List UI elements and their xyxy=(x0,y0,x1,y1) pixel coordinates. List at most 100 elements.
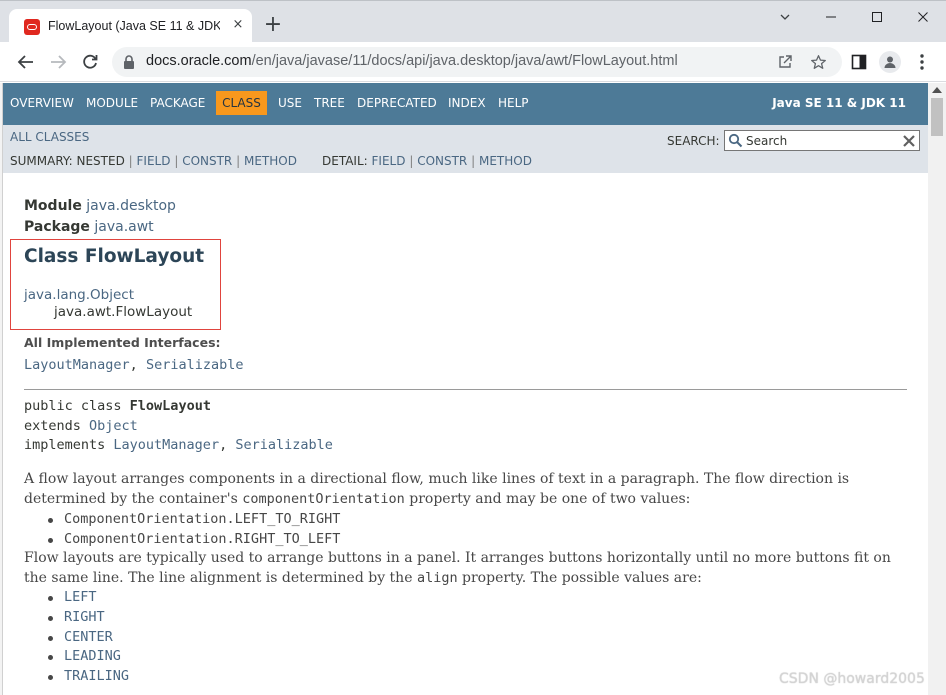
search-input[interactable] xyxy=(746,132,896,149)
summary-field-link[interactable]: FIELD xyxy=(137,154,171,168)
nav-class-active: CLASS xyxy=(216,91,267,115)
nav-module[interactable]: MODULE xyxy=(86,96,138,110)
search-label: SEARCH: xyxy=(667,134,720,148)
separator: | xyxy=(128,154,133,168)
share-icon[interactable] xyxy=(776,53,794,71)
interface-link[interactable]: Serializable xyxy=(235,437,333,453)
class-fqn: java.awt.FlowLayout xyxy=(54,304,193,320)
tab-strip: FlowLayout (Java SE 11 & JDK × + xyxy=(0,0,946,43)
implemented-interfaces: LayoutManager, Serializable xyxy=(24,357,243,373)
comma: , xyxy=(129,357,146,373)
watermark: CSDN @howard2005 xyxy=(779,671,925,687)
module-link[interactable]: java.desktop xyxy=(86,198,176,214)
list-item-link[interactable]: RIGHT xyxy=(48,608,129,628)
separator: | xyxy=(174,154,179,168)
nav-overview[interactable]: OVERVIEW xyxy=(10,96,74,110)
search-reset-icon[interactable] xyxy=(902,133,916,147)
list-item-link[interactable]: LEADING xyxy=(48,647,129,667)
sidebar-icon[interactable] xyxy=(848,51,870,73)
package-link[interactable]: java.awt xyxy=(94,219,153,235)
declaration-prefix: public class xyxy=(24,398,130,414)
back-icon[interactable] xyxy=(15,51,37,73)
detail-label: DETAIL: xyxy=(322,154,368,168)
detail-nav: DETAIL: FIELD | CONSTR | METHOD xyxy=(322,154,532,168)
oracle-favicon-icon xyxy=(24,19,40,35)
module-label: Module xyxy=(24,198,82,214)
reload-icon[interactable] xyxy=(79,51,101,73)
list-item-link[interactable]: CENTER xyxy=(48,628,129,648)
minimize-icon[interactable] xyxy=(808,1,854,33)
summary-constr-link[interactable]: CONSTR xyxy=(182,154,232,168)
maximize-icon[interactable] xyxy=(854,1,900,33)
interface-link[interactable]: Serializable xyxy=(146,357,244,373)
address-bar[interactable]: docs.oracle.com/en/java/javase/11/docs/a… xyxy=(112,47,842,77)
vertical-scrollbar[interactable] xyxy=(928,83,946,695)
url-domain: docs.oracle.com xyxy=(146,53,252,69)
url-text[interactable]: docs.oracle.com/en/java/javase/11/docs/a… xyxy=(146,53,678,69)
page-content: OVERVIEW MODULE PACKAGE CLASS USE TREE D… xyxy=(0,83,946,695)
lock-icon[interactable] xyxy=(122,54,136,74)
list-item-link[interactable]: TRAILING xyxy=(48,667,129,687)
list-item-link[interactable]: LEFT xyxy=(48,588,129,608)
comma: , xyxy=(219,437,236,453)
nav-use[interactable]: USE xyxy=(278,96,302,110)
declaration-class-name: FlowLayout xyxy=(129,398,211,414)
list-item: ComponentOrientation.LEFT_TO_RIGHT xyxy=(48,510,340,530)
package-label: Package xyxy=(24,219,90,235)
text: property and may be one of two values: xyxy=(404,490,691,507)
summary-nav: SUMMARY: NESTED | FIELD | CONSTR | METHO… xyxy=(10,154,297,168)
description-paragraph-2: Flow layouts are typically used to arran… xyxy=(24,549,904,588)
sub-navigation: ALL CLASSES SEARCH: SUMMARY: NESTED | FI… xyxy=(3,125,928,173)
extends-link[interactable]: Object xyxy=(89,418,138,434)
forward-icon[interactable] xyxy=(47,51,69,73)
package-line: Package java.awt xyxy=(24,219,154,235)
close-window-icon[interactable] xyxy=(900,1,946,33)
nav-tree[interactable]: TREE xyxy=(314,96,345,110)
profile-icon[interactable] xyxy=(879,51,901,73)
detail-constr-link[interactable]: CONSTR xyxy=(417,154,467,168)
interface-link[interactable]: LayoutManager xyxy=(24,357,130,373)
all-classes-link[interactable]: ALL CLASSES xyxy=(10,130,89,144)
page-title: Class FlowLayout xyxy=(24,246,205,267)
summary-nested: NESTED xyxy=(76,154,125,168)
text: property. The possible values are: xyxy=(457,569,702,586)
browser-toolbar: docs.oracle.com/en/java/javase/11/docs/a… xyxy=(0,42,946,82)
window-left-edge xyxy=(0,83,3,695)
declaration-line-1: public class FlowLayout xyxy=(24,398,211,414)
tab-search-icon[interactable] xyxy=(762,1,808,33)
search-icon xyxy=(728,133,743,152)
tab-close-icon[interactable]: × xyxy=(230,17,246,33)
divider xyxy=(24,389,907,390)
separator: | xyxy=(471,154,476,168)
interface-link[interactable]: LayoutManager xyxy=(113,437,219,453)
star-icon[interactable] xyxy=(809,53,827,71)
url-path: /en/java/javase/11/docs/api/java.desktop… xyxy=(251,53,678,69)
detail-field-link[interactable]: FIELD xyxy=(372,154,406,168)
list-item: ComponentOrientation.RIGHT_TO_LEFT xyxy=(48,530,340,550)
separator: | xyxy=(409,154,414,168)
summary-label: SUMMARY: xyxy=(10,154,73,168)
nav-package[interactable]: PACKAGE xyxy=(150,96,205,110)
summary-method-link[interactable]: METHOD xyxy=(244,154,297,168)
search-box[interactable] xyxy=(724,130,920,151)
superclass-link[interactable]: java.lang.Object xyxy=(24,287,134,303)
align-values-list: LEFT RIGHT CENTER LEADING TRAILING xyxy=(48,588,129,687)
nav-help[interactable]: HELP xyxy=(498,96,529,110)
implements-keyword: implements xyxy=(24,437,114,453)
inline-code: align xyxy=(416,569,458,586)
nav-brand: Java SE 11 & JDK 11 xyxy=(772,96,906,110)
tab-title: FlowLayout (Java SE 11 & JDK xyxy=(48,19,220,33)
implemented-interfaces-label: All Implemented Interfaces: xyxy=(24,335,221,350)
nav-deprecated[interactable]: DEPRECATED xyxy=(357,96,437,110)
nav-index[interactable]: INDEX xyxy=(448,96,486,110)
scroll-up-arrow-icon[interactable] xyxy=(932,87,942,93)
browser-tab[interactable]: FlowLayout (Java SE 11 & JDK × xyxy=(9,9,252,43)
extends-keyword: extends xyxy=(24,418,90,434)
scroll-thumb[interactable] xyxy=(931,98,943,136)
inline-code: componentOrientation xyxy=(242,490,405,507)
new-tab-button[interactable]: + xyxy=(262,14,284,37)
detail-method-link[interactable]: METHOD xyxy=(479,154,532,168)
declaration-line-3: implements LayoutManager, Serializable xyxy=(24,437,333,453)
separator: | xyxy=(236,154,241,168)
menu-icon[interactable] xyxy=(911,51,933,73)
